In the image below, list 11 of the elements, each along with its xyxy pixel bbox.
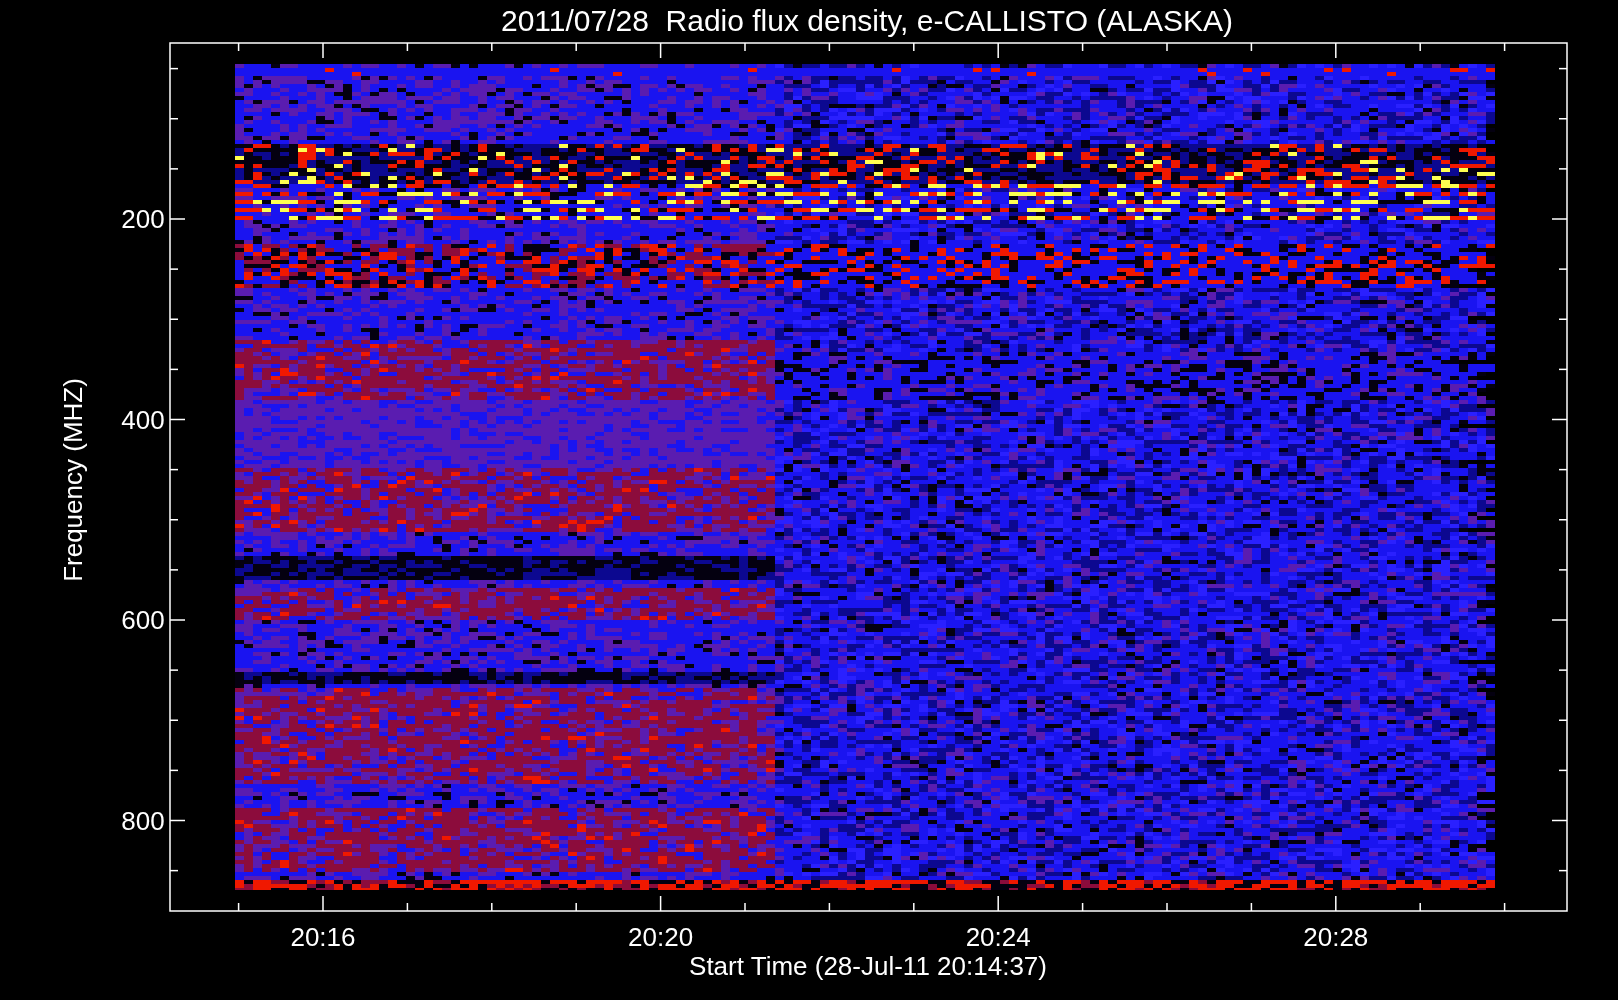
tick-label: 20:28 <box>1303 922 1369 952</box>
tick-label: 20:20 <box>628 922 694 952</box>
tick-label: 200 <box>121 204 165 234</box>
x-axis-label: Start Time (28-Jul-11 20:14:37) <box>689 951 1047 981</box>
tick-label: 800 <box>121 805 165 836</box>
plot-title: 2011/07/28 Radio flux density, e-CALLISTO (ALASKA) <box>500 4 1234 37</box>
tick-label: 600 <box>121 605 165 635</box>
tick-label: 400 <box>121 404 165 435</box>
tick-label: 20:16 <box>290 922 356 952</box>
y-axis-label: Frequency (MHZ) <box>58 378 88 582</box>
tick-label: 20:24 <box>965 922 1031 952</box>
